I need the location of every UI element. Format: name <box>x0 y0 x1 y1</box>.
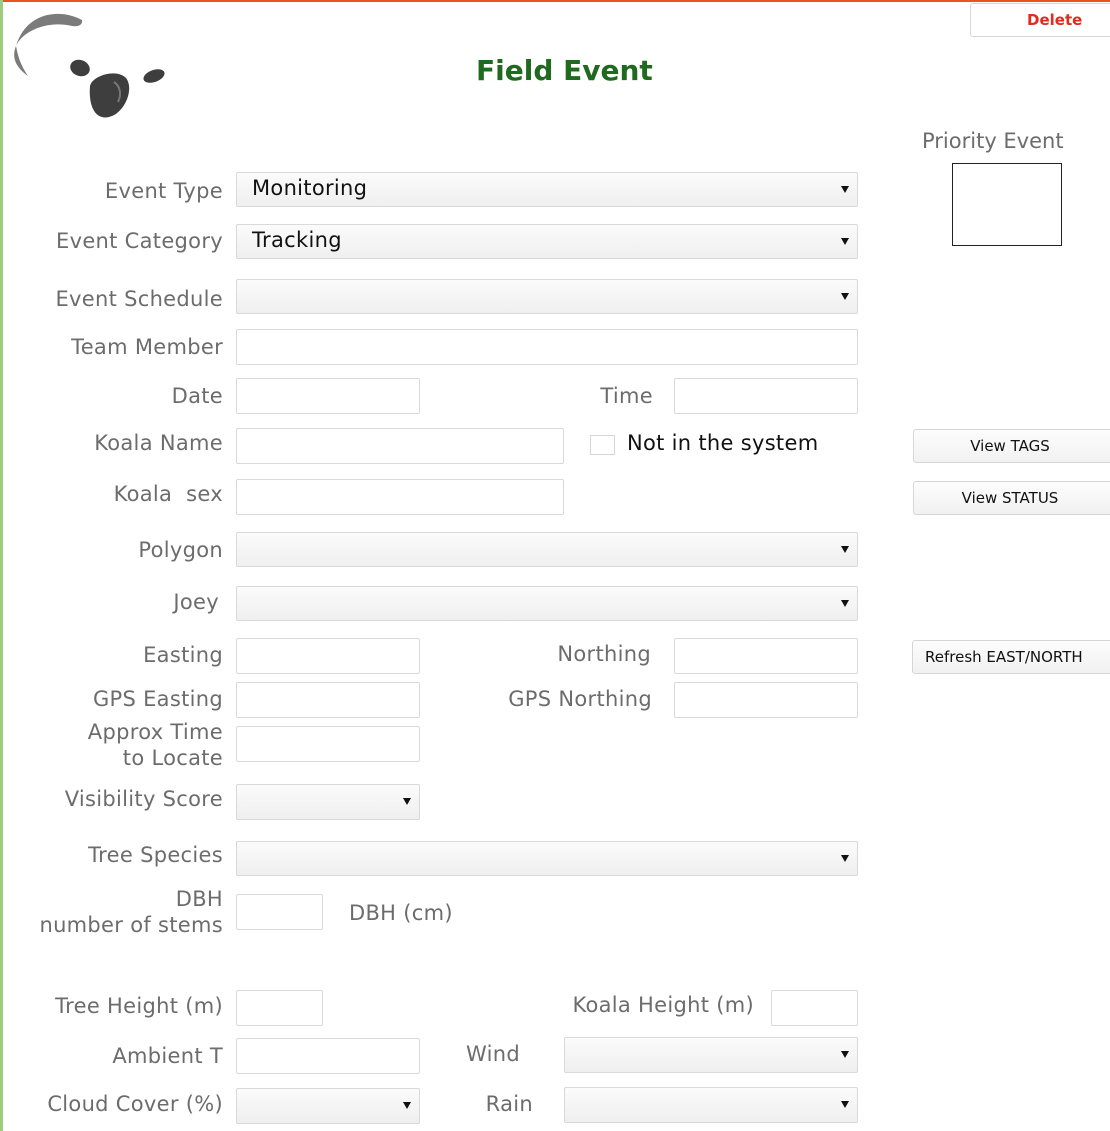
dbh-label-line2: number of stems <box>39 913 223 937</box>
northing-label: Northing <box>557 642 651 666</box>
chevron-down-icon <box>841 599 849 607</box>
wind-label: Wind <box>466 1042 520 1066</box>
event-schedule-select[interactable] <box>236 279 858 314</box>
koala-logo <box>14 13 165 118</box>
tree-species-label: Tree Species <box>88 843 223 867</box>
koala-sex-input[interactable] <box>236 479 564 515</box>
dbh-stems-input[interactable] <box>236 894 323 930</box>
date-label: Date <box>171 384 223 408</box>
ambient-t-input[interactable] <box>236 1038 420 1074</box>
chevron-down-icon <box>403 1102 411 1109</box>
cloud-cover-select[interactable] <box>236 1088 420 1124</box>
not-in-system-checkbox[interactable] <box>590 435 615 455</box>
koala-sex-label: Koala sex <box>113 482 223 506</box>
event-category-select[interactable]: Tracking <box>236 224 858 259</box>
event-type-label: Event Type <box>104 179 223 203</box>
event-schedule-label: Event Schedule <box>55 287 223 311</box>
cloud-cover-label: Cloud Cover (%) <box>47 1092 223 1116</box>
rain-label: Rain <box>485 1092 533 1116</box>
chevron-down-icon <box>841 1051 849 1058</box>
koala-height-label: Koala Height (m) <box>572 993 754 1017</box>
not-in-system-label: Not in the system <box>627 431 819 455</box>
approx-time-input[interactable] <box>236 726 420 762</box>
gps-northing-label: GPS Northing <box>508 687 652 711</box>
event-type-select[interactable]: Monitoring <box>236 172 858 207</box>
joey-label: Joey <box>173 590 219 614</box>
ambient-t-label: Ambient T <box>112 1044 223 1068</box>
approx-time-label-line1: Approx Time <box>87 720 223 744</box>
tree-height-label: Tree Height (m) <box>55 994 223 1018</box>
chevron-down-icon <box>841 185 849 193</box>
approx-time-label-line2: to Locate <box>122 746 223 770</box>
gps-northing-input[interactable] <box>674 682 858 718</box>
joey-select[interactable] <box>236 586 858 621</box>
chevron-down-icon <box>841 545 849 553</box>
dbh-cm-label: DBH (cm) <box>349 901 453 925</box>
visibility-score-select[interactable] <box>236 784 420 820</box>
northing-input[interactable] <box>674 638 858 674</box>
easting-label: Easting <box>143 643 223 667</box>
left-accent-bar <box>0 0 3 1131</box>
koala-name-input[interactable] <box>236 428 564 464</box>
top-accent-bar <box>0 0 1110 2</box>
view-status-button[interactable]: View STATUS <box>913 481 1110 515</box>
chevron-down-icon <box>403 798 411 805</box>
event-category-value: Tracking <box>252 228 342 252</box>
chevron-down-icon <box>841 292 849 300</box>
date-input[interactable] <box>236 378 420 414</box>
gps-easting-label: GPS Easting <box>92 687 223 711</box>
tree-height-input[interactable] <box>236 990 323 1026</box>
polygon-label: Polygon <box>138 538 223 562</box>
chevron-down-icon <box>841 237 849 245</box>
dbh-label-line1: DBH <box>175 887 223 911</box>
page-title: Field Event <box>476 54 653 87</box>
team-member-label: Team Member <box>71 335 223 359</box>
chevron-down-icon <box>841 1101 849 1108</box>
event-category-label: Event Category <box>56 229 223 253</box>
easting-input[interactable] <box>236 638 420 674</box>
polygon-select[interactable] <box>236 532 858 567</box>
refresh-east-north-button[interactable]: Refresh EAST/NORTH <box>912 640 1110 674</box>
tree-species-select[interactable] <box>236 841 858 876</box>
wind-select[interactable] <box>564 1037 858 1073</box>
event-type-value: Monitoring <box>252 176 368 200</box>
priority-event-box[interactable] <box>952 163 1062 246</box>
time-input[interactable] <box>674 378 858 414</box>
time-label: Time <box>600 384 653 408</box>
koala-height-input[interactable] <box>771 990 858 1026</box>
gps-easting-input[interactable] <box>236 682 420 718</box>
priority-event-label: Priority Event <box>922 129 1064 153</box>
rain-select[interactable] <box>564 1087 858 1123</box>
koala-name-label: Koala Name <box>94 431 223 455</box>
visibility-score-label: Visibility Score <box>64 787 223 811</box>
view-tags-button[interactable]: View TAGS <box>913 429 1110 463</box>
chevron-down-icon <box>841 854 849 862</box>
team-member-input[interactable] <box>236 329 858 365</box>
delete-button[interactable]: Delete <box>970 3 1110 37</box>
